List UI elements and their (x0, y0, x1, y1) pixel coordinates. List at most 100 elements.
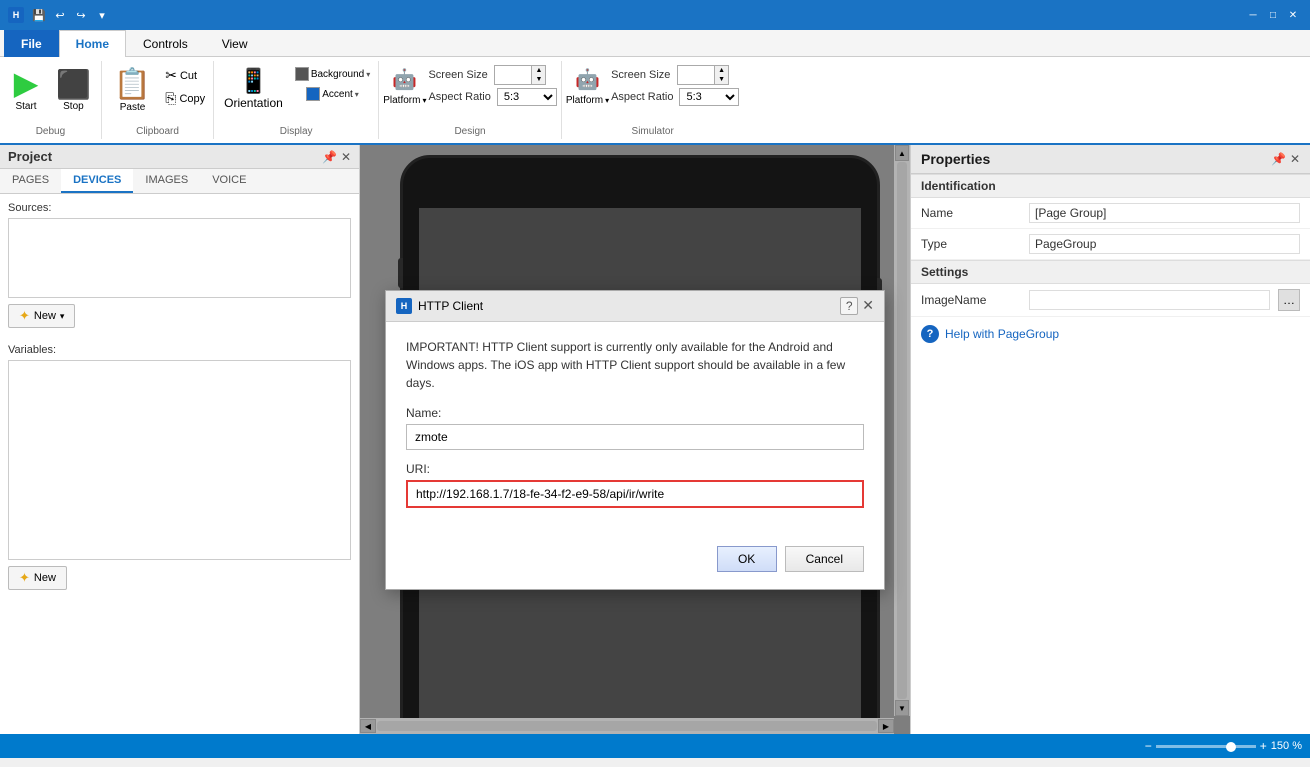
tab-view[interactable]: View (205, 30, 265, 57)
sim-size-down[interactable]: ▼ (714, 75, 728, 84)
orientation-button[interactable]: 📱 Orientation (218, 65, 289, 112)
modal-help-button[interactable]: ? (840, 297, 858, 315)
clipboard-group-label: Clipboard (136, 124, 179, 139)
props-close-button[interactable]: ✕ (1290, 152, 1300, 166)
redo-button[interactable]: ↪ (72, 6, 90, 24)
project-panel-tabs: PAGES DEVICES IMAGES VOICE (0, 169, 359, 194)
type-value-input[interactable] (1029, 234, 1300, 254)
display-group-label: Display (280, 124, 313, 139)
bg-row: Background ▾ (295, 67, 370, 81)
tab-images[interactable]: IMAGES (133, 169, 200, 193)
sim-screen-size-input[interactable]: 4.7 ▲ ▼ (677, 65, 729, 85)
bg-arrow: ▾ (366, 70, 370, 79)
copy-icon: ⎘ (165, 90, 176, 107)
tab-home[interactable]: Home (59, 30, 126, 57)
simulator-controls: Screen Size 4.7 ▲ ▼ Aspect Ratio 5:3 (611, 65, 739, 106)
undo-button[interactable]: ↩ (51, 6, 69, 24)
save-button[interactable]: 💾 (30, 6, 48, 24)
customize-button[interactable]: ▾ (93, 6, 111, 24)
design-android-icon: 🤖 (391, 65, 419, 93)
new-source-button[interactable]: ✦ New ▾ (8, 304, 75, 328)
zoom-control: − + 150 % (1145, 739, 1302, 753)
tab-file[interactable]: File (4, 30, 59, 57)
simulator-platform-label: Platform ▾ (566, 95, 609, 106)
close-button[interactable]: ✕ (1284, 6, 1302, 24)
stop-label: Stop (63, 101, 84, 112)
sim-aspect-ratio-select[interactable]: 5:3 (679, 88, 739, 106)
tab-controls[interactable]: Controls (126, 30, 205, 57)
imagename-value-input[interactable] (1029, 290, 1270, 310)
accent-color-swatch (306, 87, 320, 101)
uri-field-label: URI: (406, 462, 864, 476)
zoom-thumb[interactable] (1226, 742, 1236, 752)
cut-button[interactable]: ✂ Cut (161, 65, 209, 86)
zoom-slider[interactable] (1156, 745, 1256, 748)
ribbon-group-simulator: 🤖 Platform ▾ Screen Size 4.7 ▲ ▼ (562, 61, 744, 139)
sim-screen-size-label: Screen Size (611, 69, 671, 81)
canvas-area: ▲ ▼ ◀ ▶ H HTTP Client ? ✕ (360, 145, 910, 734)
title-bar: H 💾 ↩ ↪ ▾ New Project - Home Remote Desi… (0, 0, 1310, 30)
design-screen-size-row: Screen Size 4.7 ▲ ▼ (428, 65, 556, 85)
panel-pin-button[interactable]: 📌 (322, 150, 337, 164)
title-bar-left: H 💾 ↩ ↪ ▾ (8, 6, 111, 24)
bg-accent-buttons: Background ▾ Accent ▾ (291, 65, 374, 103)
sim-screen-size-field[interactable]: 4.7 (678, 68, 714, 82)
simulator-group-label: Simulator (632, 124, 674, 139)
ok-button[interactable]: OK (717, 546, 777, 572)
screen-size-up[interactable]: ▲ (531, 66, 545, 75)
design-aspect-ratio-label: Aspect Ratio (428, 91, 490, 103)
props-pin-button[interactable]: 📌 (1271, 152, 1286, 166)
simulator-items: 🤖 Platform ▾ Screen Size 4.7 ▲ ▼ (566, 65, 740, 124)
zoom-out-button[interactable]: − (1145, 739, 1152, 753)
paste-label: Paste (120, 102, 146, 113)
panel-close-button[interactable]: ✕ (341, 150, 351, 164)
new-source-label: New (34, 310, 56, 322)
cancel-button[interactable]: Cancel (785, 546, 864, 572)
app-icon: H (8, 7, 24, 23)
tab-devices[interactable]: DEVICES (61, 169, 133, 193)
zoom-in-button[interactable]: + (1260, 739, 1267, 753)
modal-body: IMPORTANT! HTTP Client support is curren… (386, 322, 884, 536)
copy-label: Copy (179, 93, 205, 105)
background-button[interactable]: Background ▾ (291, 65, 374, 83)
cut-copy-buttons: ✂ Cut ⎘ Copy (161, 65, 209, 109)
maximize-button[interactable]: □ (1264, 6, 1282, 24)
screen-size-down[interactable]: ▼ (531, 75, 545, 84)
design-screen-size-input[interactable]: 4.7 ▲ ▼ (494, 65, 546, 85)
http-client-modal: H HTTP Client ? ✕ IMPORTANT! HTTP Client… (385, 290, 885, 590)
accent-button[interactable]: Accent ▾ (291, 85, 374, 103)
cut-label: Cut (180, 70, 197, 82)
name-field-group: Name: (406, 406, 864, 450)
tab-pages[interactable]: PAGES (0, 169, 61, 193)
design-aspect-ratio-select[interactable]: 5:3 (497, 88, 557, 106)
copy-button[interactable]: ⎘ Copy (161, 88, 209, 109)
modal-footer: OK Cancel (386, 536, 884, 588)
start-button[interactable]: ▶ Start (4, 65, 48, 114)
orientation-icon: 📱 (239, 67, 269, 96)
modal-close-button[interactable]: ✕ (862, 297, 874, 314)
tab-voice[interactable]: VOICE (200, 169, 258, 193)
imagename-key: ImageName (921, 293, 1021, 307)
paste-icon: 📋 (114, 67, 151, 102)
help-link[interactable]: ? Help with PageGroup (911, 317, 1310, 351)
design-platform-label: Platform ▾ (383, 95, 426, 106)
uri-input[interactable] (406, 480, 864, 508)
new-variable-button[interactable]: ✦ New (8, 566, 67, 590)
accent-arrow: ▾ (355, 90, 359, 99)
sim-size-up[interactable]: ▲ (714, 66, 728, 75)
name-input[interactable] (406, 424, 864, 450)
name-value-input[interactable] (1029, 203, 1300, 223)
project-panel-title: Project (8, 149, 52, 164)
new-source-arrow: ▾ (60, 311, 65, 322)
imagename-browse-button[interactable]: … (1278, 289, 1300, 311)
help-icon: ? (921, 325, 939, 343)
screen-size-field[interactable]: 4.7 (495, 68, 531, 82)
status-bar: − + 150 % (0, 734, 1310, 758)
minimize-button[interactable]: ─ (1244, 6, 1262, 24)
paste-button[interactable]: 📋 Paste (106, 65, 159, 115)
identification-header: Identification (911, 174, 1310, 198)
type-key: Type (921, 237, 1021, 251)
modal-info-text: IMPORTANT! HTTP Client support is curren… (406, 338, 864, 392)
stop-button[interactable]: ⬛ Stop (50, 65, 97, 114)
name-key: Name (921, 206, 1021, 220)
